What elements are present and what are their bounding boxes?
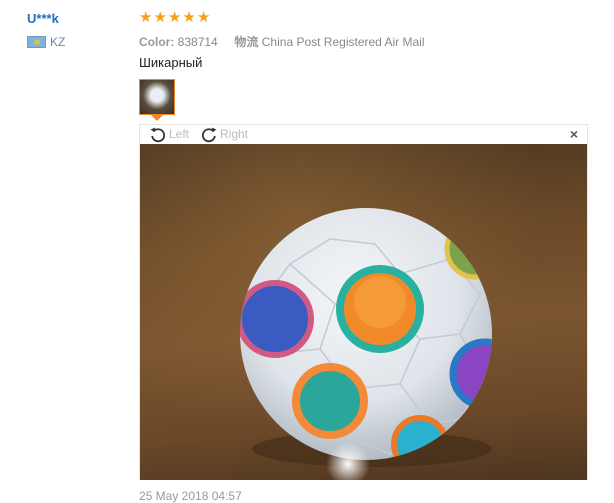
viewer-toolbar: Left Right × bbox=[140, 125, 587, 144]
reviewer-country: KZ bbox=[27, 35, 65, 49]
close-icon[interactable]: × bbox=[570, 126, 578, 142]
color-label: Color: bbox=[139, 35, 175, 49]
photo-viewer: Left Right × bbox=[139, 124, 588, 480]
review-photo bbox=[140, 144, 587, 480]
shipping-value: China Post Registered Air Mail bbox=[261, 35, 425, 49]
flag-icon bbox=[27, 36, 46, 48]
rotate-left-label: Left bbox=[169, 127, 190, 141]
thumbnail-pointer bbox=[151, 115, 163, 121]
photo-thumbnail[interactable] bbox=[139, 79, 175, 115]
color-value: 838714 bbox=[177, 35, 218, 49]
rotate-left-icon bbox=[150, 127, 166, 143]
country-code: KZ bbox=[50, 35, 66, 49]
star-icon: ★ bbox=[139, 9, 153, 26]
review-date: 25 May 2018 04:57 bbox=[139, 489, 242, 503]
rotate-right-icon bbox=[201, 127, 217, 143]
rotate-right-label: Right bbox=[220, 127, 249, 141]
rating-stars: ★ ★ ★ ★ ★ bbox=[139, 10, 210, 26]
shipping-label: 物流 bbox=[234, 35, 259, 49]
rotate-left-button[interactable]: Left bbox=[149, 125, 189, 143]
order-info: Color: 838714 物流 China Post Registered A… bbox=[139, 33, 425, 50]
rainbow-ball-image bbox=[240, 208, 492, 480]
star-icon: ★ bbox=[167, 9, 182, 26]
rotate-right-button[interactable]: Right bbox=[200, 125, 248, 143]
reviewer-name[interactable]: U***k bbox=[27, 11, 59, 26]
star-icon: ★ bbox=[153, 9, 167, 26]
review-text: Шикарный bbox=[139, 55, 203, 70]
star-icon: ★ bbox=[196, 9, 211, 26]
star-icon: ★ bbox=[182, 9, 196, 26]
